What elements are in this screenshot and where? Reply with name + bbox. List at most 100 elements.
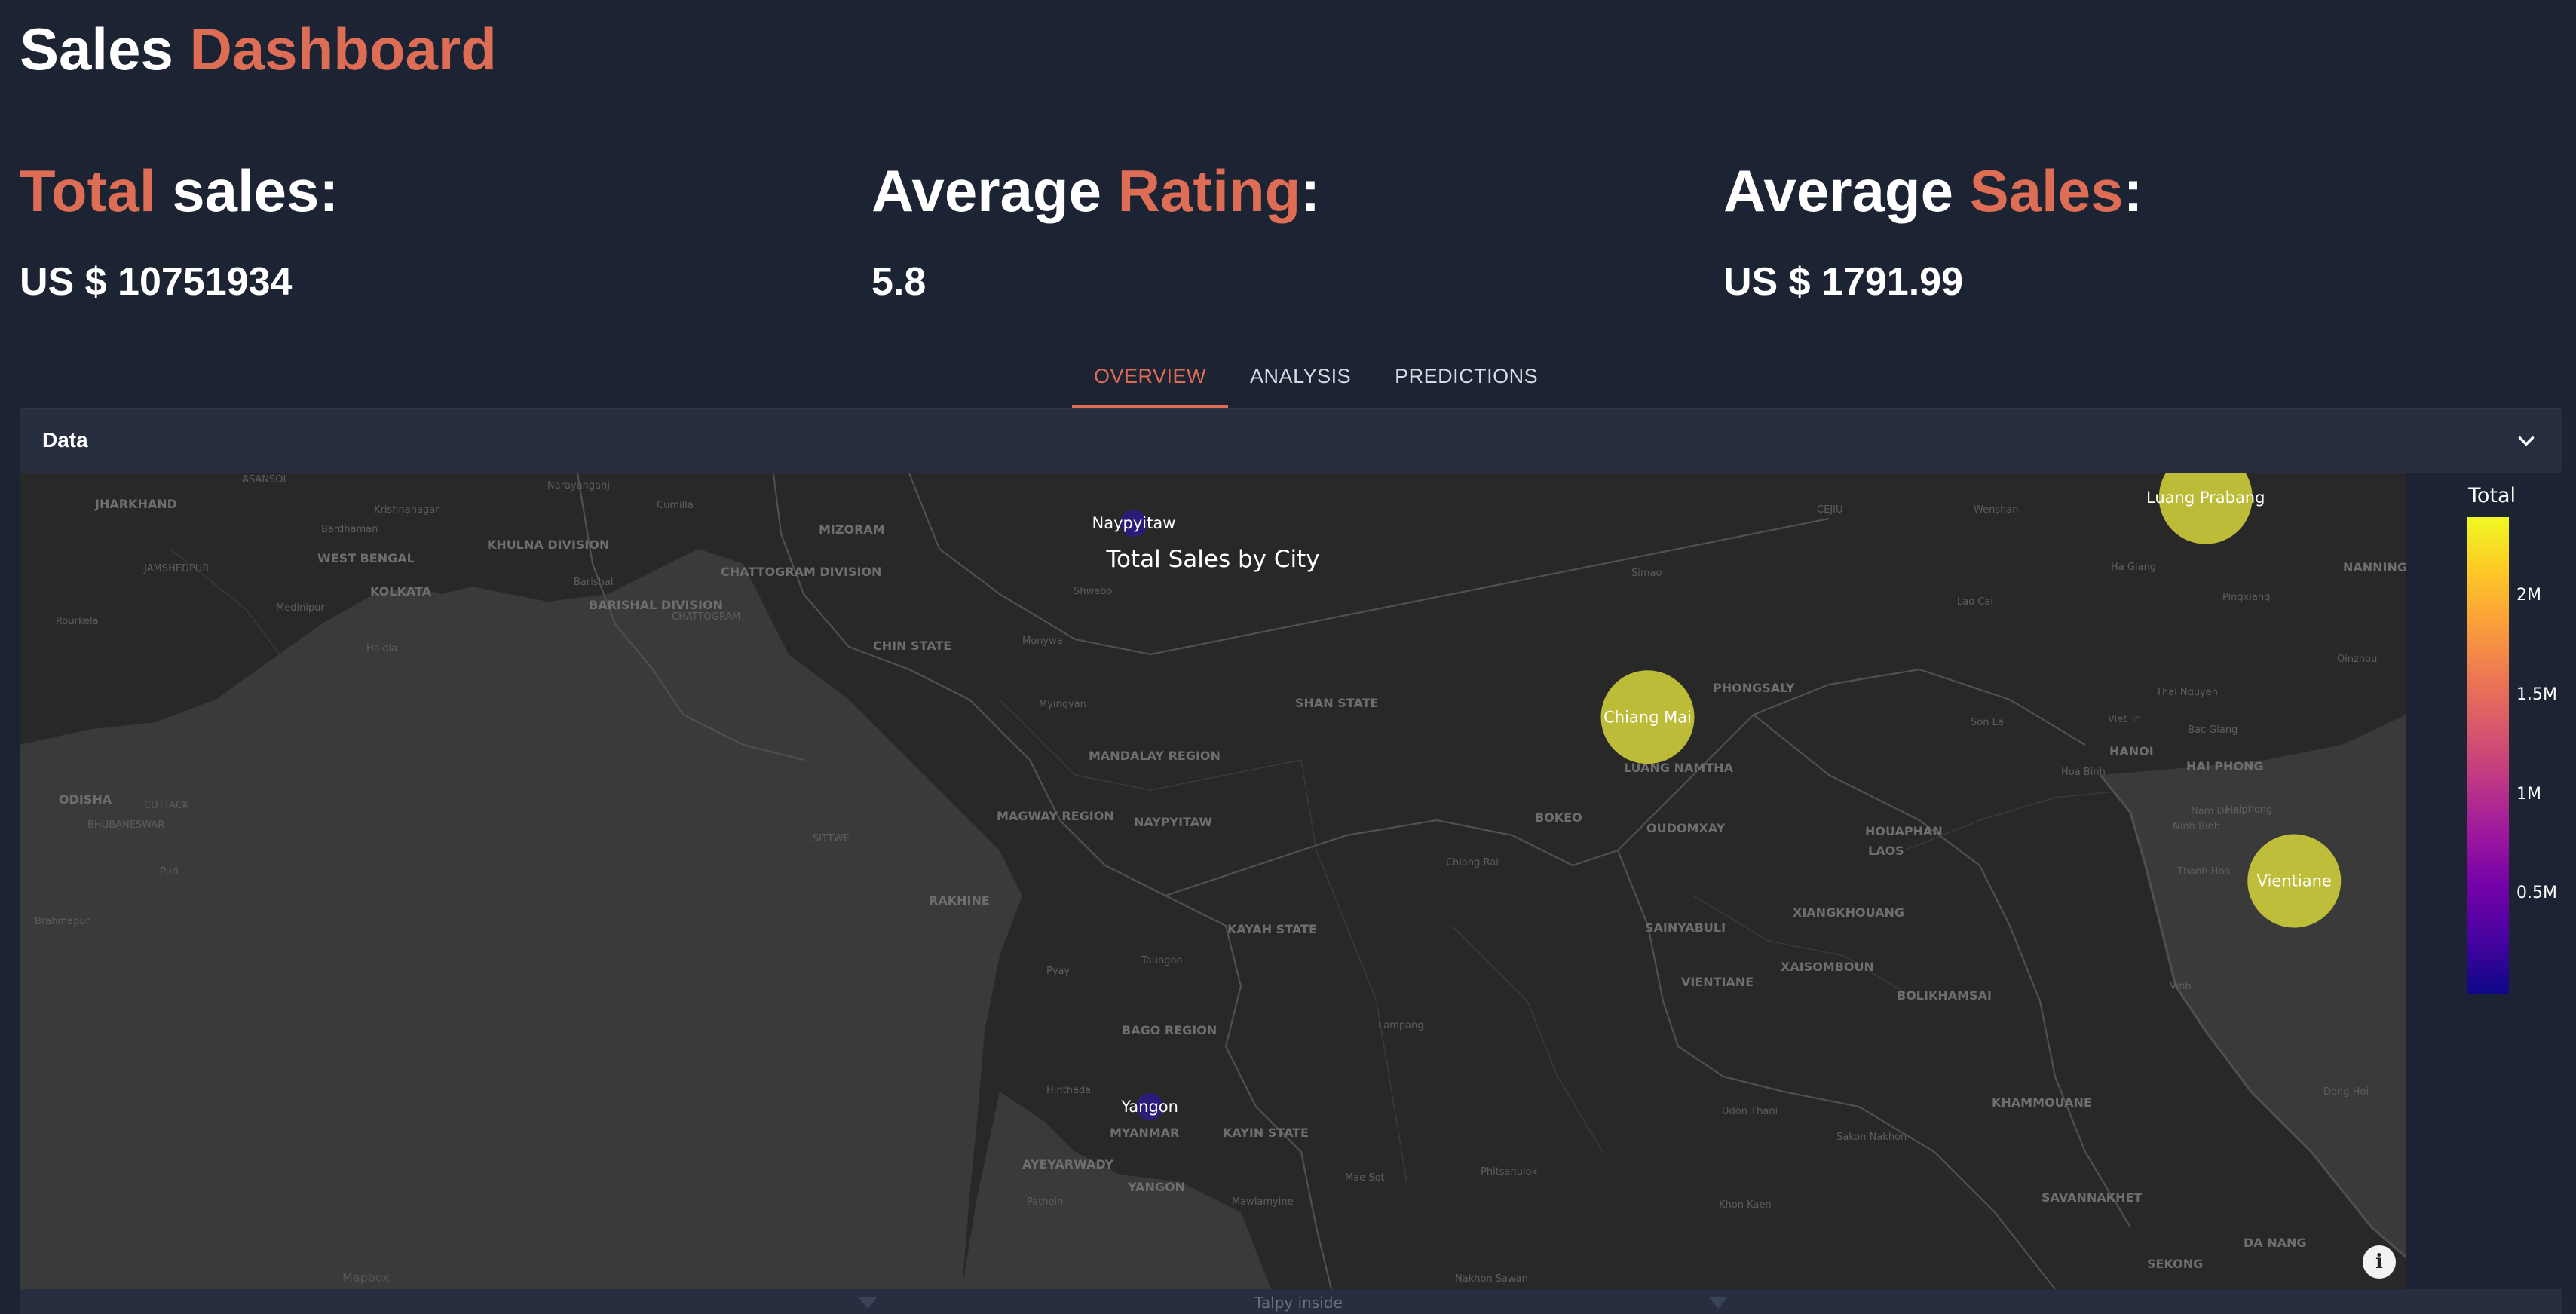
city-label: Chiang Mai <box>1603 708 1692 726</box>
kpi-label-plain: Average <box>1723 158 1970 224</box>
svg-text:NAYPYITAW: NAYPYITAW <box>1134 815 1212 829</box>
bottom-caption: Talpy inside <box>1254 1294 1343 1312</box>
kpi-label-accent: Total <box>20 158 156 224</box>
marker-triangle <box>858 1297 878 1309</box>
svg-text:Pyay: Pyay <box>1046 966 1070 977</box>
marker-triangle <box>1708 1297 1728 1309</box>
svg-text:Chiang Rai: Chiang Rai <box>1446 857 1499 868</box>
svg-text:Vinh: Vinh <box>2170 981 2192 992</box>
page-title: Sales Dashboard <box>20 15 497 84</box>
svg-text:KHAMMOUANE: KHAMMOUANE <box>1992 1095 2092 1110</box>
svg-text:RAKHINE: RAKHINE <box>929 893 990 908</box>
city-label: Naypyitaw <box>1092 514 1176 532</box>
andaman-sea <box>962 1092 1271 1289</box>
svg-text:Thai Nguyen: Thai Nguyen <box>2155 687 2218 698</box>
mapbox-attribution: Mapbox <box>342 1270 390 1285</box>
svg-text:YANGON: YANGON <box>1127 1180 1185 1194</box>
svg-text:XAISOMBOUN: XAISOMBOUN <box>1781 960 1874 974</box>
svg-text:Son La: Son La <box>1971 717 2004 728</box>
page-title-main: Sales <box>20 16 173 82</box>
svg-text:MAGWAY REGION: MAGWAY REGION <box>997 809 1114 823</box>
tab-overview[interactable]: OVERVIEW <box>1072 351 1229 409</box>
svg-text:ASANSOL: ASANSOL <box>242 474 289 485</box>
svg-text:HAI PHONG: HAI PHONG <box>2186 759 2264 773</box>
svg-text:HANOI: HANOI <box>2109 744 2154 758</box>
data-expander[interactable]: Data <box>20 409 2562 473</box>
svg-text:SHAN STATE: SHAN STATE <box>1295 696 1378 710</box>
svg-text:Sakon Nakhon: Sakon Nakhon <box>1836 1132 1907 1143</box>
svg-text:Wenshan: Wenshan <box>1974 504 2019 516</box>
city-bubble-luang-prabang[interactable] <box>2158 473 2253 544</box>
sales-map[interactable]: JHARKHAND ASANSOL Krishnanagar Narayanga… <box>20 473 2406 1289</box>
city-label: Yangon <box>1120 1098 1178 1116</box>
svg-text:Ninh Binh: Ninh Binh <box>2173 821 2220 832</box>
svg-text:SEKONG: SEKONG <box>2147 1257 2203 1271</box>
svg-text:Pathein: Pathein <box>1027 1196 1063 1208</box>
svg-text:Udon Thani: Udon Thani <box>1722 1106 1778 1117</box>
svg-text:SITTWE: SITTWE <box>813 833 850 844</box>
svg-text:DA NANG: DA NANG <box>2244 1236 2307 1250</box>
data-expander-label: Data <box>42 428 88 452</box>
svg-text:JHARKHAND: JHARKHAND <box>94 497 177 511</box>
colorbar-legend: Total 0.5M 1M 1.5M 2M <box>2409 473 2562 1289</box>
svg-text:BARISHAL DIVISION: BARISHAL DIVISION <box>589 598 723 612</box>
bay-of-bengal <box>20 549 1022 1289</box>
colorbar-tick-label: 1.5M <box>2516 685 2557 704</box>
svg-text:XIANGKHOUANG: XIANGKHOUANG <box>1793 905 1904 920</box>
svg-text:Bac Giang: Bac Giang <box>2188 724 2238 736</box>
svg-text:Thanh Hoa: Thanh Hoa <box>2176 866 2230 878</box>
info-icon[interactable]: i <box>2363 1245 2396 1279</box>
colorbar-gradient <box>2467 517 2509 994</box>
svg-text:Barishal: Barishal <box>574 577 613 588</box>
tab-analysis[interactable]: ANALYSIS <box>1228 351 1373 409</box>
svg-text:Hinthada: Hinthada <box>1046 1085 1091 1096</box>
svg-text:Monywa: Monywa <box>1022 636 1063 647</box>
svg-text:Viet Tri: Viet Tri <box>2108 714 2141 725</box>
basemap[interactable]: JHARKHAND ASANSOL Krishnanagar Narayanga… <box>20 473 2406 1289</box>
svg-text:Pingxiang: Pingxiang <box>2222 592 2270 603</box>
kpi-total-sales-value: US $ 10751934 <box>20 260 293 304</box>
tab-predictions[interactable]: PREDICTIONS <box>1373 351 1560 409</box>
kpi-average-rating: Average Rating: 5.8 <box>871 157 1320 304</box>
svg-text:CEJIU: CEJIU <box>1817 504 1842 516</box>
map-title: Total Sales by City <box>1106 546 1320 573</box>
svg-text:Puri: Puri <box>160 866 179 878</box>
kpi-label-suffix: : <box>2123 158 2143 224</box>
svg-text:Nakhon Sawan: Nakhon Sawan <box>1455 1273 1528 1285</box>
svg-text:Myingyan: Myingyan <box>1039 699 1086 710</box>
kpi-label-rest: sales: <box>155 158 339 224</box>
svg-text:AYEYARWADY: AYEYARWADY <box>1022 1157 1114 1172</box>
svg-text:BHUBANESWAR: BHUBANESWAR <box>87 819 164 831</box>
city-label: Luang Prabang <box>2146 489 2265 507</box>
svg-text:Haiphong: Haiphong <box>2225 804 2272 816</box>
svg-text:Medinipur: Medinipur <box>276 602 325 614</box>
colorbar-tick-label: 1M <box>2516 784 2541 804</box>
svg-text:CHIN STATE: CHIN STATE <box>873 639 951 653</box>
svg-text:KAYAH STATE: KAYAH STATE <box>1227 922 1317 936</box>
svg-text:Khon Kaen: Khon Kaen <box>1719 1199 1772 1211</box>
kpi-total-sales: Total sales: US $ 10751934 <box>20 157 339 304</box>
kpi-label-suffix: : <box>1300 158 1321 224</box>
svg-text:Krishnanagar: Krishnanagar <box>374 504 440 516</box>
svg-text:Taungoo: Taungoo <box>1141 955 1182 966</box>
svg-text:MYANMAR: MYANMAR <box>1110 1126 1179 1140</box>
kpi-average-sales-label: Average Sales: <box>1723 157 2143 225</box>
svg-text:Lampang: Lampang <box>1378 1020 1424 1031</box>
svg-text:HOUAPHAN: HOUAPHAN <box>1865 824 1943 838</box>
kpi-label-plain: Average <box>871 158 1118 224</box>
svg-text:VIENTIANE: VIENTIANE <box>1681 975 1754 989</box>
svg-text:Mawlamyine: Mawlamyine <box>1232 1196 1294 1208</box>
kpi-average-rating-label: Average Rating: <box>871 157 1320 225</box>
svg-text:Hoa Binh: Hoa Binh <box>2061 767 2106 778</box>
svg-text:BOLIKHAMSAI: BOLIKHAMSAI <box>1897 988 1992 1003</box>
svg-text:SAVANNAKHET: SAVANNAKHET <box>2042 1190 2142 1205</box>
svg-text:Qinzhou: Qinzhou <box>2337 654 2377 665</box>
chevron-down-icon[interactable] <box>2513 428 2539 454</box>
svg-text:BAGO REGION: BAGO REGION <box>1122 1023 1217 1037</box>
svg-text:Shwebo: Shwebo <box>1074 586 1112 597</box>
dashboard-app: Sales Dashboard Total sales: US $ 107519… <box>0 0 2576 1314</box>
city-label: Vientiane <box>2257 872 2332 890</box>
kpi-average-sales-value: US $ 1791.99 <box>1723 260 1964 304</box>
svg-text:Cumilla: Cumilla <box>657 500 694 511</box>
kpi-label-accent: Sales <box>1969 158 2124 224</box>
